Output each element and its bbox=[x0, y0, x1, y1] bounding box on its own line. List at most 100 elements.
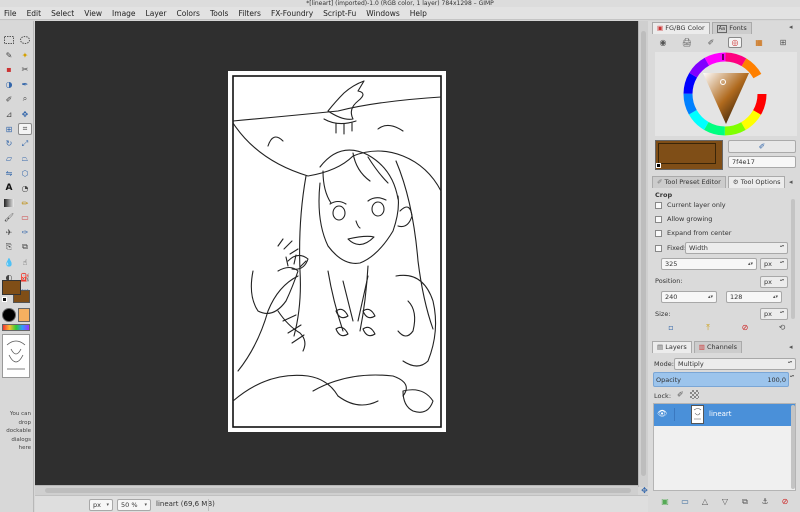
free-select-tool[interactable]: ✎ bbox=[2, 49, 16, 62]
smudge-tool[interactable]: ☝ bbox=[18, 256, 32, 269]
scale-tool[interactable]: ⤢ bbox=[18, 138, 32, 151]
delete-options-icon[interactable]: ⊘ bbox=[738, 322, 752, 333]
menu-image[interactable]: Image bbox=[112, 9, 136, 18]
text-tool[interactable]: A bbox=[2, 182, 16, 195]
horizontal-scrollbar[interactable] bbox=[35, 485, 638, 495]
menu-file[interactable]: File bbox=[4, 9, 17, 18]
menu-script-fu[interactable]: Script-Fu bbox=[323, 9, 356, 18]
delete-layer-icon[interactable]: ⊘ bbox=[778, 496, 792, 507]
expand-from-center-box[interactable] bbox=[655, 229, 662, 237]
color-select-tool[interactable]: ▪ bbox=[2, 64, 16, 77]
new-layer-group-icon[interactable]: ▭ bbox=[678, 496, 692, 507]
position-unit-select[interactable]: px bbox=[760, 276, 788, 288]
tab-fgbg-color[interactable]: ▣ FG/BG Color bbox=[652, 22, 710, 34]
position-x-field[interactable]: 240 ▴▾ bbox=[661, 291, 717, 303]
clone-tool[interactable]: ⎘ bbox=[2, 241, 16, 254]
scales-selector-icon[interactable]: ⊞ bbox=[776, 37, 790, 48]
fg-bg-colors[interactable] bbox=[2, 280, 32, 305]
color-picker-tool[interactable]: ✐ bbox=[2, 93, 16, 106]
menu-filters[interactable]: Filters bbox=[238, 9, 260, 18]
move-tool[interactable]: ✥ bbox=[18, 108, 32, 121]
fixed-mode-select[interactable]: Width bbox=[685, 242, 788, 254]
gradient-preview[interactable] bbox=[2, 324, 30, 331]
tab-channels[interactable]: ▥ Channels bbox=[693, 341, 743, 353]
fixed-checkbox[interactable]: Fixed: bbox=[655, 244, 686, 252]
tab-layers[interactable]: ▤ Layers bbox=[652, 341, 692, 353]
tab-fonts[interactable]: Aa Fonts bbox=[711, 22, 752, 34]
align-tool[interactable]: ⊞ bbox=[2, 123, 16, 136]
duplicate-layer-icon[interactable]: ⧉ bbox=[738, 496, 752, 507]
brush-preview[interactable] bbox=[2, 308, 16, 322]
dock-menu-icon[interactable]: ◂ bbox=[789, 23, 793, 31]
allow-growing-checkbox[interactable]: Allow growing bbox=[655, 215, 712, 223]
tool-options-scrollbar[interactable] bbox=[791, 199, 795, 319]
menu-fx-foundry[interactable]: FX-Foundry bbox=[271, 9, 313, 18]
foreground-color-swatch[interactable] bbox=[2, 280, 21, 295]
color-picker-button[interactable]: ✐ bbox=[728, 140, 796, 153]
menu-select[interactable]: Select bbox=[51, 9, 74, 18]
lock-alpha-icon[interactable] bbox=[690, 390, 699, 399]
menu-layer[interactable]: Layer bbox=[146, 9, 167, 18]
zoom-tool[interactable]: ⌕ bbox=[18, 93, 32, 106]
crop-tool[interactable]: ⌗ bbox=[18, 122, 32, 136]
image-canvas[interactable] bbox=[228, 71, 446, 432]
lower-layer-icon[interactable]: ▽ bbox=[718, 496, 732, 507]
horizontal-scroll-thumb[interactable] bbox=[45, 488, 631, 493]
rect-select-tool[interactable] bbox=[2, 34, 16, 47]
menu-edit[interactable]: Edit bbox=[27, 9, 42, 18]
opacity-spinner[interactable]: ▴▾ bbox=[790, 373, 796, 386]
layer-mode-select[interactable]: Multiply bbox=[674, 358, 796, 370]
eraser-tool[interactable]: ▭ bbox=[18, 212, 32, 225]
restore-options-icon[interactable]: ⤒ bbox=[701, 322, 715, 333]
unit-select[interactable]: px ▾ bbox=[89, 499, 113, 511]
rotate-tool[interactable]: ↻ bbox=[2, 138, 16, 151]
current-layer-only-checkbox[interactable]: Current layer only bbox=[655, 201, 726, 209]
menu-help[interactable]: Help bbox=[410, 9, 427, 18]
tool-options-menu-icon[interactable]: ◂ bbox=[789, 178, 793, 186]
fuzzy-select-tool[interactable]: ✦ bbox=[18, 49, 32, 62]
position-y-field[interactable]: 128 ▴▾ bbox=[726, 291, 782, 303]
current-layer-only-box[interactable] bbox=[655, 201, 662, 209]
raise-layer-icon[interactable]: △ bbox=[698, 496, 712, 507]
gimp-selector-icon[interactable]: ◉ bbox=[656, 37, 670, 48]
menu-view[interactable]: View bbox=[84, 9, 102, 18]
tab-tool-options[interactable]: ⚙ Tool Options bbox=[727, 176, 786, 188]
vertical-scroll-thumb[interactable] bbox=[641, 31, 646, 476]
opacity-slider[interactable]: Opacity 100,0 bbox=[653, 372, 789, 387]
blur-tool[interactable]: 💧 bbox=[2, 256, 16, 269]
size-unit-select[interactable]: px bbox=[760, 308, 788, 320]
foreground-select-tool[interactable]: ◑ bbox=[2, 78, 16, 91]
fixed-unit-select[interactable]: px bbox=[760, 258, 788, 270]
current-color-preview[interactable] bbox=[655, 140, 723, 170]
watercolor-selector-icon[interactable]: ✐ bbox=[704, 37, 718, 48]
fixed-value-field[interactable]: 325 ▴▾ bbox=[661, 258, 757, 270]
heal-tool[interactable]: ◔ bbox=[18, 182, 32, 195]
ellipse-select-tool[interactable] bbox=[18, 34, 32, 47]
save-options-icon[interactable]: ▫ bbox=[664, 322, 678, 333]
airbrush-tool[interactable]: ✈ bbox=[2, 226, 16, 239]
layer-name[interactable]: lineart bbox=[709, 410, 732, 418]
reset-options-icon[interactable]: ⟲ bbox=[775, 322, 789, 333]
shear-tool[interactable]: ▱ bbox=[2, 152, 16, 165]
measure-tool[interactable]: ⊿ bbox=[2, 108, 16, 121]
flip-tool[interactable]: ⇋ bbox=[2, 167, 16, 180]
wheel-selector-icon[interactable]: ◎ bbox=[728, 37, 742, 48]
tab-tool-preset-editor[interactable]: ✐ Tool Preset Editor bbox=[652, 176, 726, 188]
palette-selector-icon[interactable]: ▦ bbox=[752, 37, 766, 48]
zoom-field[interactable]: 50 % ▾ bbox=[117, 499, 151, 511]
new-layer-icon[interactable]: ▣ bbox=[658, 496, 672, 507]
paintbrush-tool[interactable]: 🖌 bbox=[2, 212, 16, 225]
perspective-clone-tool[interactable]: ⧉ bbox=[18, 241, 32, 254]
blend-tool[interactable] bbox=[2, 197, 16, 210]
layers-menu-icon[interactable]: ◂ bbox=[789, 343, 793, 351]
fixed-box[interactable] bbox=[655, 244, 662, 252]
cage-transform-tool[interactable]: ⬡ bbox=[18, 167, 32, 180]
expand-from-center-checkbox[interactable]: Expand from center bbox=[655, 229, 731, 237]
default-colors-icon[interactable] bbox=[2, 297, 7, 302]
scissors-select-tool[interactable]: ✂ bbox=[18, 64, 32, 77]
menu-tools[interactable]: Tools bbox=[210, 9, 228, 18]
color-wheel-panel[interactable] bbox=[655, 52, 797, 136]
layers-list-scrollbar[interactable] bbox=[791, 405, 795, 489]
layer-visibility-icon[interactable]: 👁 bbox=[657, 409, 667, 418]
pattern-preview[interactable] bbox=[18, 308, 30, 322]
